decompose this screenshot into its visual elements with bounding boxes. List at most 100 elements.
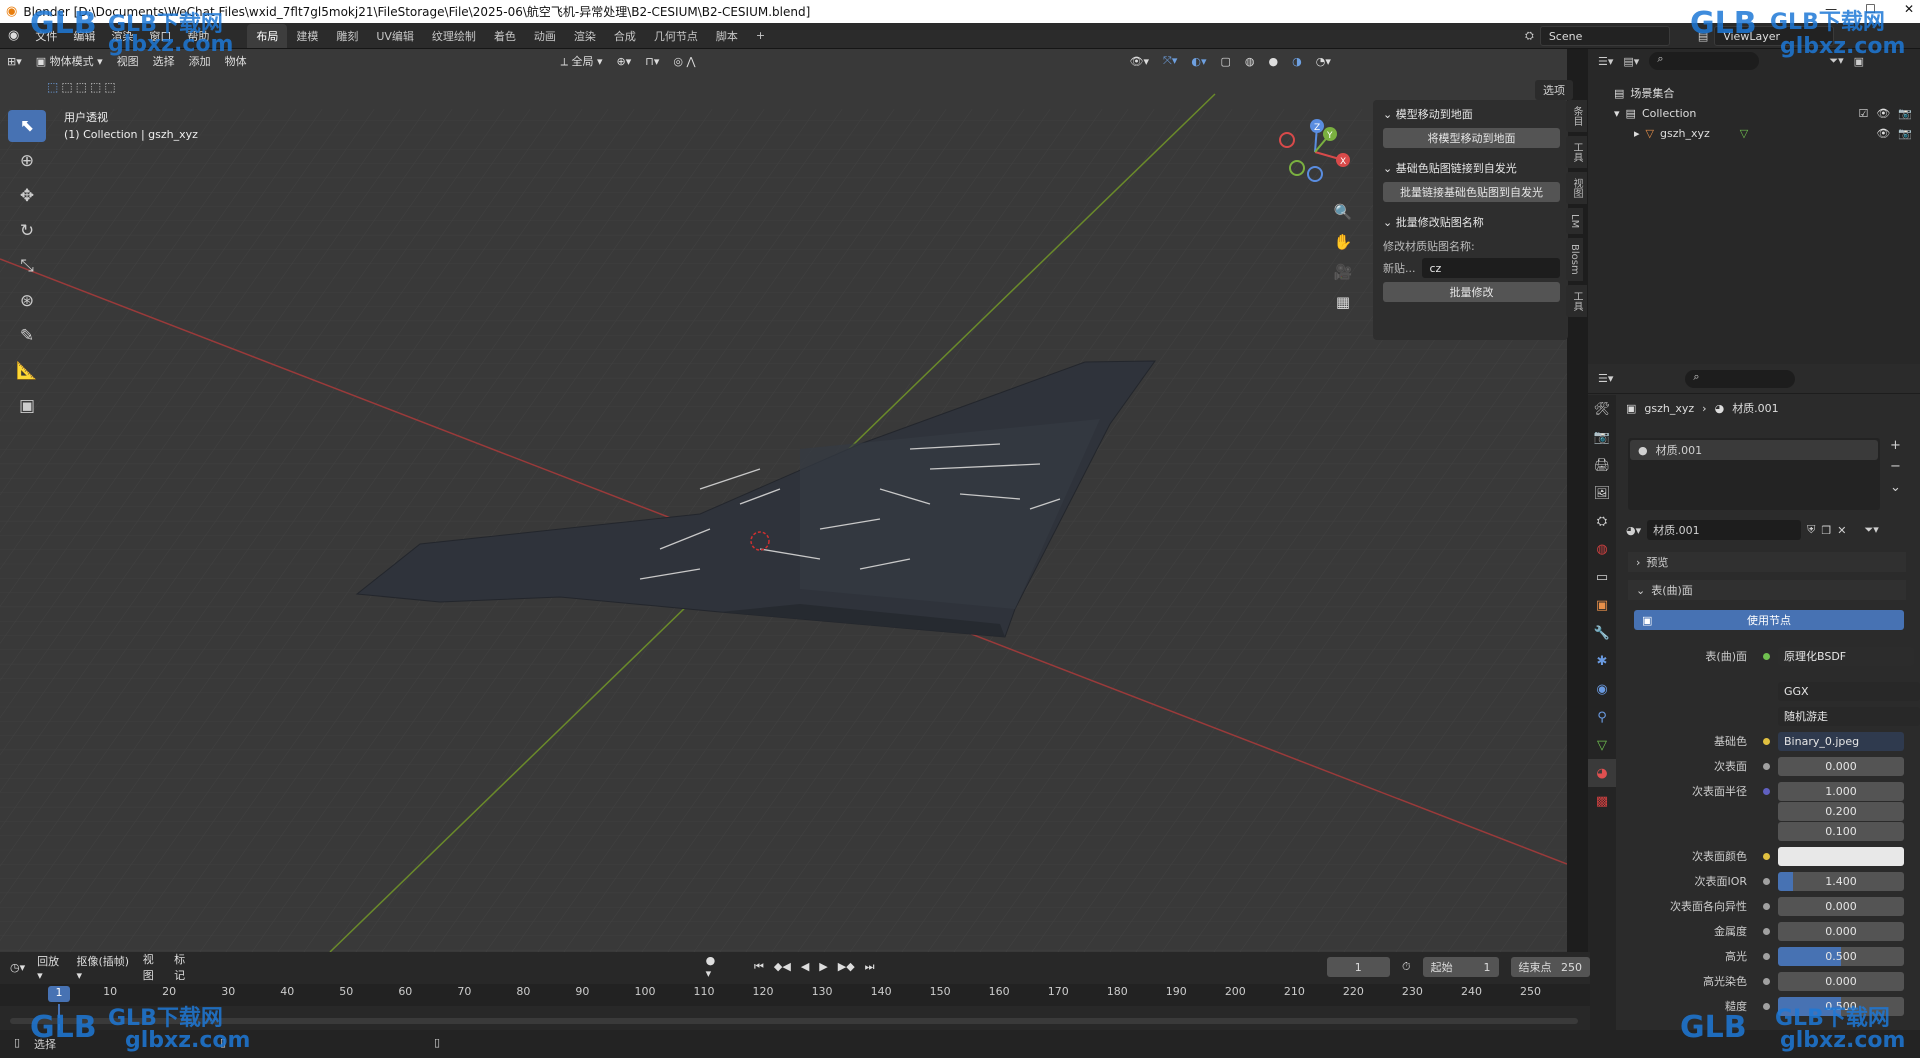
sidebar-tab-tools[interactable]: 工具 xyxy=(1566,284,1587,317)
current-frame-field[interactable]: 1 xyxy=(1326,957,1391,977)
constraints-tab-icon[interactable]: ⚲ xyxy=(1588,703,1616,731)
shading-rendered-icon[interactable]: ◔▾ xyxy=(1309,55,1338,68)
sidebar-tab-view[interactable]: 视图 xyxy=(1566,172,1587,204)
base-color-texture-field[interactable]: Binary_0.jpeg xyxy=(1778,731,1904,751)
scale-icon[interactable]: ⤡ xyxy=(8,250,46,282)
scene-tab-icon[interactable]: ⛭ xyxy=(1588,507,1616,535)
unlink-material-icon[interactable]: ✕ xyxy=(1837,524,1846,537)
play-icon[interactable]: ▶ xyxy=(819,960,827,974)
collection-tab-icon[interactable]: ▭ xyxy=(1588,563,1616,591)
shading-solid-icon[interactable]: ● xyxy=(1262,55,1286,68)
transform-orientation[interactable]: ⟂ 全局 ▾ xyxy=(554,53,610,69)
slot-menu-icon[interactable]: ⌄ xyxy=(1890,480,1901,495)
annotate-icon[interactable]: ✎ xyxy=(8,320,46,352)
duplicate-material-icon[interactable]: ❐ xyxy=(1821,524,1831,537)
specular-tint-field[interactable]: 0.000 xyxy=(1778,971,1904,991)
checkbox-icon[interactable]: ☑ xyxy=(1858,107,1868,120)
select-new-icon[interactable]: ⬚ xyxy=(47,80,58,94)
overlay-toggle-icon[interactable]: ◐▾ xyxy=(1184,55,1213,68)
select-intersect-icon[interactable]: ⬚ xyxy=(104,80,115,94)
sidebar-tab-item[interactable]: 条目 xyxy=(1566,100,1587,132)
jump-end-icon[interactable]: ⏭ xyxy=(865,960,875,974)
blender-menu-icon[interactable]: ◉ xyxy=(0,28,27,43)
data-tab-icon[interactable]: ▽ xyxy=(1588,731,1616,759)
zoom-icon[interactable]: 🔍 xyxy=(1330,197,1356,227)
preview-range-icon[interactable]: ⏱ xyxy=(1402,960,1411,974)
material-name-field[interactable]: 材质.001 xyxy=(1647,520,1802,540)
outliner-search-input[interactable]: ⌕ xyxy=(1649,52,1760,70)
batch-rename-button[interactable]: 批量修改 xyxy=(1383,282,1560,302)
mode-selector[interactable]: ▣ 物体模式 ▾ xyxy=(29,53,110,69)
subsurface-method-dropdown[interactable]: 随机游走 xyxy=(1778,706,1920,726)
tab-layout[interactable]: 布局 xyxy=(247,23,288,48)
select-invert-icon[interactable]: ⬚ xyxy=(90,80,101,94)
mesh-data-icon[interactable]: ▽ xyxy=(1740,127,1748,140)
pan-hand-icon[interactable]: ✋ xyxy=(1330,227,1356,257)
scene-selector[interactable]: Scene xyxy=(1539,26,1670,46)
proportional-icon[interactable]: ◎ ⋀ xyxy=(666,55,702,68)
end-frame-field[interactable]: 结束点 250 xyxy=(1510,957,1590,977)
camera-view-icon[interactable]: 🎥 xyxy=(1330,257,1356,287)
surface-shader-field[interactable]: 原理化BSDF xyxy=(1778,646,1914,666)
camera-icon[interactable]: 📷 xyxy=(1898,127,1912,140)
sidebar-tab-lm[interactable]: LM xyxy=(1566,208,1583,235)
cursor-icon[interactable]: ⊕ xyxy=(8,145,46,177)
snap-icon[interactable]: ⊓▾ xyxy=(638,55,666,68)
new-name-input[interactable]: cz xyxy=(1421,258,1560,278)
subsurface-radius-z[interactable]: 0.100 xyxy=(1778,821,1904,841)
next-key-icon[interactable]: ▶◆ xyxy=(838,960,855,974)
modifier-tab-icon[interactable]: 🔧 xyxy=(1588,619,1616,647)
gizmo-toggle-icon[interactable]: ⤧▾ xyxy=(1156,54,1184,68)
subsurface-ior-field[interactable]: 1.400 xyxy=(1778,871,1904,891)
timeline-editor-icon[interactable]: ◷▾ xyxy=(10,961,25,974)
outliner-object[interactable]: ▸ ▽ gszh_xyz ▽ 👁 📷 xyxy=(1588,123,1920,143)
material-slot[interactable]: ● 材质.001 xyxy=(1630,440,1878,460)
transform-icon[interactable]: ⊛ xyxy=(8,285,46,317)
expand-arrow-icon[interactable]: ▸ xyxy=(1634,127,1640,140)
tab-rendering[interactable]: 渲染 xyxy=(565,24,605,48)
xray-icon[interactable]: ▢ xyxy=(1213,55,1237,68)
select-extend-icon[interactable]: ⬚ xyxy=(61,80,72,94)
options-button[interactable]: 选项 xyxy=(1535,80,1573,100)
material-slot-list[interactable]: ● 材质.001 xyxy=(1628,438,1880,510)
physics-tab-icon[interactable]: ◉ xyxy=(1588,675,1616,703)
surface-panel-header[interactable]: ⌄ 表(曲)面 xyxy=(1628,580,1906,600)
add-workspace-icon[interactable]: + xyxy=(747,25,774,46)
view-layer-tab-icon[interactable]: 🖼 xyxy=(1588,479,1616,507)
select-subtract-icon[interactable]: ⬚ xyxy=(76,80,87,94)
select-box-icon[interactable]: ⬉ xyxy=(8,110,46,142)
start-frame-field[interactable]: 起始 1 xyxy=(1422,957,1499,977)
properties-editor-icon[interactable]: ☰▾ xyxy=(1598,372,1613,385)
prev-key-icon[interactable]: ◆◀ xyxy=(774,960,791,974)
record-icon[interactable]: ● ▾ xyxy=(706,954,722,980)
specular-field[interactable]: 0.500 xyxy=(1778,946,1904,966)
subsurface-radius-x[interactable]: 1.000 xyxy=(1778,781,1904,801)
section-link-emission[interactable]: ⌄ 基础色贴图链接到自发光 xyxy=(1373,154,1568,180)
tab-geometry-nodes[interactable]: 几何节点 xyxy=(645,24,707,48)
shading-material-icon[interactable]: ◑ xyxy=(1285,55,1309,68)
properties-search-input[interactable]: ⌕ xyxy=(1685,369,1796,388)
outliner-collection[interactable]: ▾ ▤ Collection ☑ 👁 📷 xyxy=(1588,103,1920,123)
texture-tab-icon[interactable]: ▩ xyxy=(1588,787,1616,815)
eye-icon[interactable]: 👁 xyxy=(1876,107,1890,120)
section-move-to-ground[interactable]: ⌄ 模型移动到地面 xyxy=(1373,100,1568,126)
move-to-ground-button[interactable]: 将模型移动到地面 xyxy=(1383,128,1560,148)
playhead[interactable]: 1 xyxy=(48,986,70,1002)
editor-type-icon[interactable]: ⊞▾ xyxy=(0,55,29,68)
remove-slot-icon[interactable]: − xyxy=(1890,459,1901,474)
timeline-scrollbar[interactable] xyxy=(10,1018,1578,1024)
tab-uv[interactable]: UV编辑 xyxy=(367,24,423,48)
eye-icon[interactable]: 👁 xyxy=(1876,127,1890,140)
tab-scripting[interactable]: 脚本 xyxy=(707,24,747,48)
play-reverse-icon[interactable]: ◀ xyxy=(801,960,809,974)
camera-icon[interactable]: 📷 xyxy=(1898,107,1912,120)
preview-panel-header[interactable]: › 预览 xyxy=(1628,552,1906,572)
jump-start-icon[interactable]: ⏮ xyxy=(754,960,764,974)
navigation-gizmo[interactable]: Z X Y xyxy=(1275,112,1355,192)
metallic-field[interactable]: 0.000 xyxy=(1778,921,1904,941)
subsurface-radius-y[interactable]: 0.200 xyxy=(1778,801,1904,821)
move-icon[interactable]: ✥ xyxy=(8,180,46,212)
tab-sculpt[interactable]: 雕刻 xyxy=(327,24,367,48)
ortho-grid-icon[interactable]: ▦ xyxy=(1330,287,1356,317)
keying-menu[interactable]: 抠像(插帧) ▾ xyxy=(76,953,130,982)
